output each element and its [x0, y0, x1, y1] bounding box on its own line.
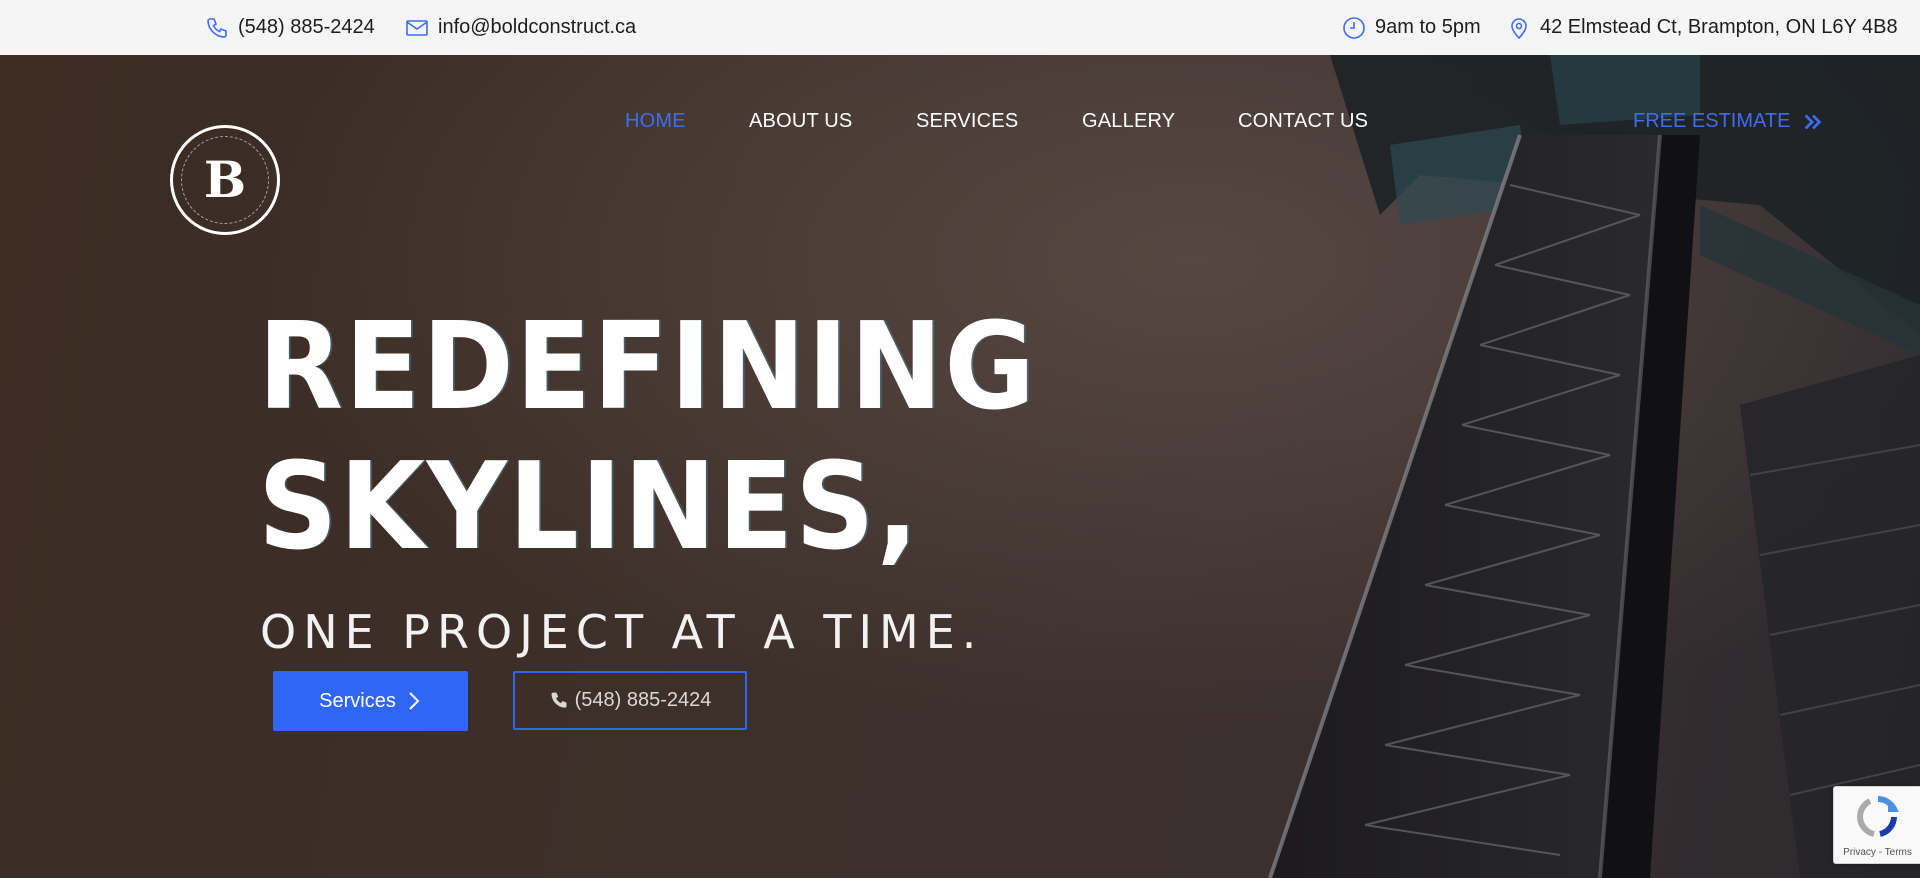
topbar-email-text[interactable]: info@boldconstruct.ca — [438, 16, 636, 39]
recaptcha-icon — [1857, 796, 1899, 837]
phone-icon — [204, 15, 230, 41]
nav-item-services[interactable]: SERVICES — [916, 110, 1018, 133]
mail-icon — [404, 15, 430, 41]
double-chevron-right-icon — [1805, 114, 1822, 129]
logo-ring — [181, 136, 269, 224]
call-phone-button-label[interactable]: (548) 885-2424 — [575, 689, 712, 712]
nav-item-home[interactable]: HOME — [625, 110, 686, 133]
recaptcha-badge[interactable]: Privacy - Terms — [1833, 786, 1920, 864]
hero-headline-line1: REDEFINING — [258, 298, 1037, 437]
phone-handset-icon — [551, 692, 567, 708]
call-phone-button[interactable]: (548) 885-2424 — [513, 671, 747, 730]
hero-subheadline: ONE PROJECT AT A TIME. — [260, 605, 984, 659]
free-estimate-link[interactable]: FREE ESTIMATE — [1633, 110, 1824, 133]
free-estimate-label[interactable]: FREE ESTIMATE — [1633, 110, 1790, 133]
chevron-right-icon — [409, 692, 420, 710]
topbar-phone[interactable]: (548) 885-2424 — [204, 0, 375, 55]
topbar-address: 42 Elmstead Ct, Brampton, ON L6Y 4B8 — [1506, 0, 1898, 55]
topbar-address-text: 42 Elmstead Ct, Brampton, ON L6Y 4B8 — [1540, 16, 1898, 38]
services-button-label[interactable]: Services — [319, 690, 396, 713]
topbar-hours-text: 9am to 5pm — [1375, 16, 1481, 38]
nav-item-contact-us[interactable]: CONTACT US — [1238, 110, 1368, 133]
location-pin-icon — [1506, 15, 1532, 41]
topbar-hours: 9am to 5pm — [1341, 0, 1481, 55]
top-contact-bar: (548) 885-2424 info@boldconstruct.ca 9am… — [0, 0, 1920, 55]
recaptcha-terms[interactable]: Privacy - Terms — [1834, 847, 1920, 858]
clock-icon — [1341, 15, 1367, 41]
nav-item-gallery[interactable]: GALLERY — [1082, 110, 1175, 133]
topbar-email[interactable]: info@boldconstruct.ca — [404, 0, 636, 55]
hero-section: B FREE ESTIMATE REDEFINING SKYLINES, ONE… — [0, 55, 1920, 878]
hero-headline-line2: SKYLINES, — [258, 438, 921, 577]
topbar-phone-text[interactable]: (548) 885-2424 — [238, 16, 375, 39]
bold-construct-logo[interactable]: B — [170, 125, 280, 235]
nav-item-about-us[interactable]: ABOUT US — [749, 110, 852, 133]
services-button[interactable]: Services — [273, 671, 468, 731]
